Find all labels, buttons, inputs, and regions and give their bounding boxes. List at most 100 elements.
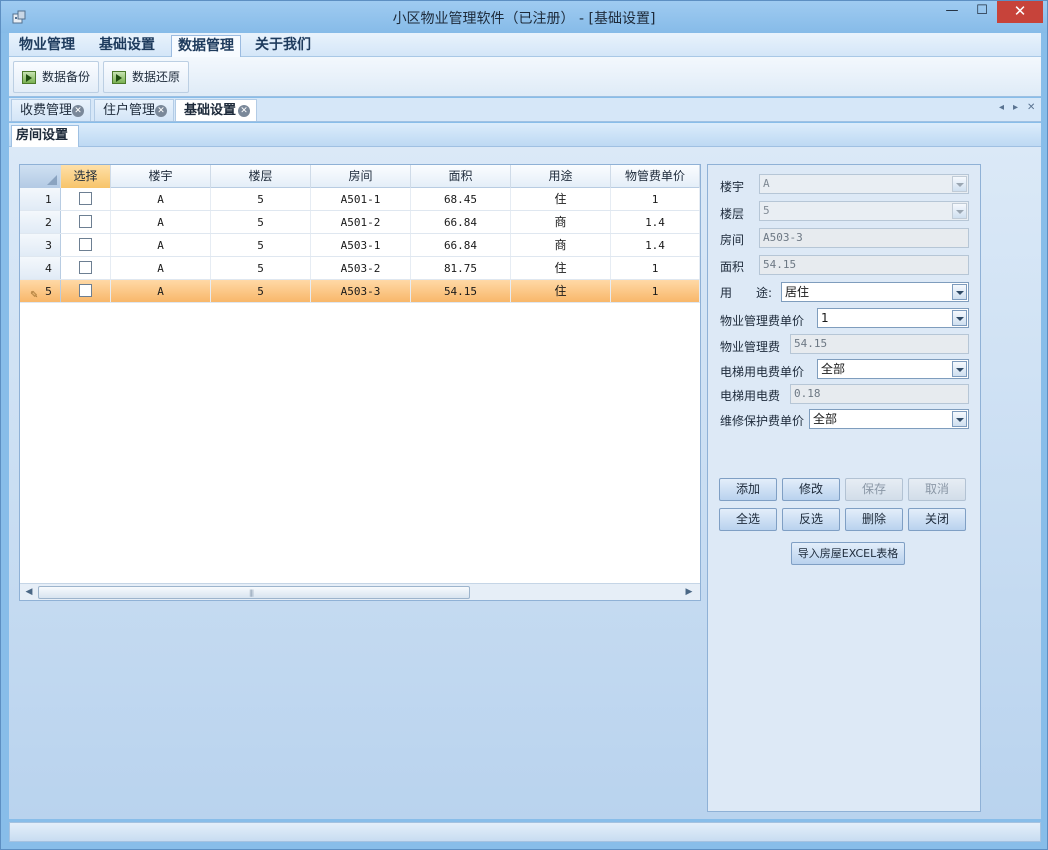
column-header-mgmt-price[interactable]: 物管费单价 (611, 165, 700, 188)
chevron-down-icon[interactable] (952, 203, 967, 219)
data-restore-label: 数据还原 (132, 70, 181, 84)
row-select-checkbox[interactable] (79, 238, 92, 251)
row-number: 1 (20, 188, 61, 210)
tab-close-icon[interactable]: ✕ (72, 105, 84, 117)
data-restore-button[interactable]: 数据还原 (103, 61, 190, 93)
scroll-right-arrow-icon[interactable]: ▶ (682, 586, 696, 598)
cell-floor: 5 (211, 188, 311, 210)
save-button[interactable]: 保存 (845, 478, 903, 501)
close-button[interactable]: 关闭 (908, 508, 966, 531)
cell-floor: 5 (211, 234, 311, 256)
cell-mgmt-price: 1 (611, 188, 700, 210)
cell-building: A (111, 234, 211, 256)
row-select-checkbox[interactable] (79, 192, 92, 205)
chevron-down-icon[interactable] (952, 310, 967, 326)
tab-fee-management-label: 收费管理 (20, 103, 73, 118)
cell-use: 住 (511, 188, 611, 210)
app-window: 小区物业管理软件（已注册） - [基础设置] — ☐ ✕ 物业管理 基础设置 数… (0, 0, 1048, 850)
tab-resident-management-label: 住户管理 (103, 103, 156, 118)
tabs-scroll-right-icon[interactable]: ▸ (1013, 102, 1018, 113)
row-select-checkbox[interactable] (79, 215, 92, 228)
mgmt-fee-field[interactable]: 54.15 (790, 334, 969, 354)
repair-price-select[interactable]: 全部 (809, 409, 969, 429)
invert-selection-button[interactable]: 反选 (782, 508, 840, 531)
row-select-checkbox[interactable] (79, 284, 92, 297)
tab-close-icon[interactable]: ✕ (155, 105, 167, 117)
data-backup-button[interactable]: 数据备份 (13, 61, 100, 93)
tab-fee-management[interactable]: 收费管理 ✕ (11, 99, 91, 121)
table-row[interactable]: 4 A 5 A503-2 81.75 住 1 (20, 257, 700, 280)
tab-room-settings[interactable]: 房间设置 (11, 125, 79, 147)
horizontal-scrollbar[interactable]: ◀ ||| ▶ (20, 583, 700, 600)
menu-basic-settings[interactable]: 基础设置 (93, 35, 161, 57)
table-row[interactable]: 3 A 5 A503-1 66.84 商 1.4 (20, 234, 700, 257)
room-label: 房间 (720, 233, 745, 247)
maximize-button[interactable]: ☐ (967, 1, 997, 23)
row-edit-icon: ✎ (30, 290, 39, 301)
add-button[interactable]: 添加 (719, 478, 777, 501)
column-header-building[interactable]: 楼宇 (111, 165, 211, 188)
mgmt-price-select[interactable]: 1 (817, 308, 969, 328)
building-value: A (763, 177, 770, 190)
scroll-left-arrow-icon[interactable]: ◀ (22, 586, 36, 598)
column-header-room[interactable]: 房间 (311, 165, 411, 188)
data-backup-label: 数据备份 (42, 70, 91, 84)
tabs-close-icon[interactable]: ✕ (1027, 102, 1035, 113)
title-bar: 小区物业管理软件（已注册） - [基础设置] — ☐ ✕ (1, 1, 1047, 33)
area-label: 面积 (720, 260, 745, 274)
menu-about-us[interactable]: 关于我们 (249, 35, 317, 57)
ribbon-toolbar: 数据备份 数据还原 (9, 57, 1041, 97)
delete-button[interactable]: 删除 (845, 508, 903, 531)
elevator-price-select[interactable]: 全部 (817, 359, 969, 379)
chevron-down-icon[interactable] (952, 411, 967, 427)
menu-bar: 物业管理 基础设置 数据管理 关于我们 (9, 33, 1041, 57)
column-header-use[interactable]: 用途 (511, 165, 611, 188)
floor-select[interactable]: 5 (759, 201, 969, 221)
cell-mgmt-price: 1.4 (611, 234, 700, 256)
cell-floor: 5 (211, 257, 311, 279)
table-row[interactable]: 2 A 5 A501-2 66.84 商 1.4 (20, 211, 700, 234)
column-header-select[interactable]: 选择 (61, 165, 111, 188)
cell-room: A503-2 (311, 257, 411, 279)
tab-close-icon[interactable]: ✕ (238, 105, 250, 117)
menu-property-management[interactable]: 物业管理 (13, 35, 81, 57)
minimize-button[interactable]: — (937, 1, 967, 23)
row-number: 3 (20, 234, 61, 256)
select-all-button[interactable]: 全选 (719, 508, 777, 531)
use-select[interactable]: 居住 (781, 282, 969, 302)
table-row[interactable]: 1 A 5 A501-1 68.45 住 1 (20, 188, 700, 211)
import-excel-button[interactable]: 导入房屋EXCEL表格 (791, 542, 905, 565)
floor-value: 5 (763, 204, 770, 217)
status-bar (9, 822, 1041, 842)
cell-mgmt-price: 1 (611, 280, 700, 302)
room-field[interactable]: A503-3 (759, 228, 969, 248)
building-select[interactable]: A (759, 174, 969, 194)
grid-header: 选择 楼宇 楼层 房间 面积 用途 物管费单价 (20, 165, 700, 188)
row-select-checkbox[interactable] (79, 261, 92, 274)
area-field[interactable]: 54.15 (759, 255, 969, 275)
sub-tabs: 房间设置 (9, 123, 1041, 147)
tabs-scroll-left-icon[interactable]: ◂ (999, 102, 1004, 113)
tab-basic-settings[interactable]: 基础设置 ✕ (175, 99, 257, 121)
chevron-down-icon[interactable] (952, 361, 967, 377)
scrollbar-thumb[interactable]: ||| (38, 586, 470, 599)
cell-use: 住 (511, 280, 611, 302)
cancel-button[interactable]: 取消 (908, 478, 966, 501)
restore-icon (112, 71, 126, 84)
grid-corner[interactable] (20, 165, 61, 188)
elevator-price-value: 全部 (821, 362, 846, 376)
column-header-area[interactable]: 面积 (411, 165, 511, 188)
cell-room: A501-1 (311, 188, 411, 210)
tab-resident-management[interactable]: 住户管理 ✕ (94, 99, 174, 121)
scrollbar-grip-icon: ||| (249, 589, 254, 597)
close-window-button[interactable]: ✕ (997, 1, 1043, 23)
menu-data-management[interactable]: 数据管理 (171, 35, 241, 57)
chevron-down-icon[interactable] (952, 176, 967, 192)
table-row-selected[interactable]: ✎ 5 A 5 A503-3 54.15 住 1 (20, 280, 700, 303)
cell-building: A (111, 211, 211, 233)
elevator-fee-field[interactable]: 0.18 (790, 384, 969, 404)
edit-button[interactable]: 修改 (782, 478, 840, 501)
use-value: 居住 (785, 285, 810, 299)
column-header-floor[interactable]: 楼层 (211, 165, 311, 188)
chevron-down-icon[interactable] (952, 284, 967, 300)
